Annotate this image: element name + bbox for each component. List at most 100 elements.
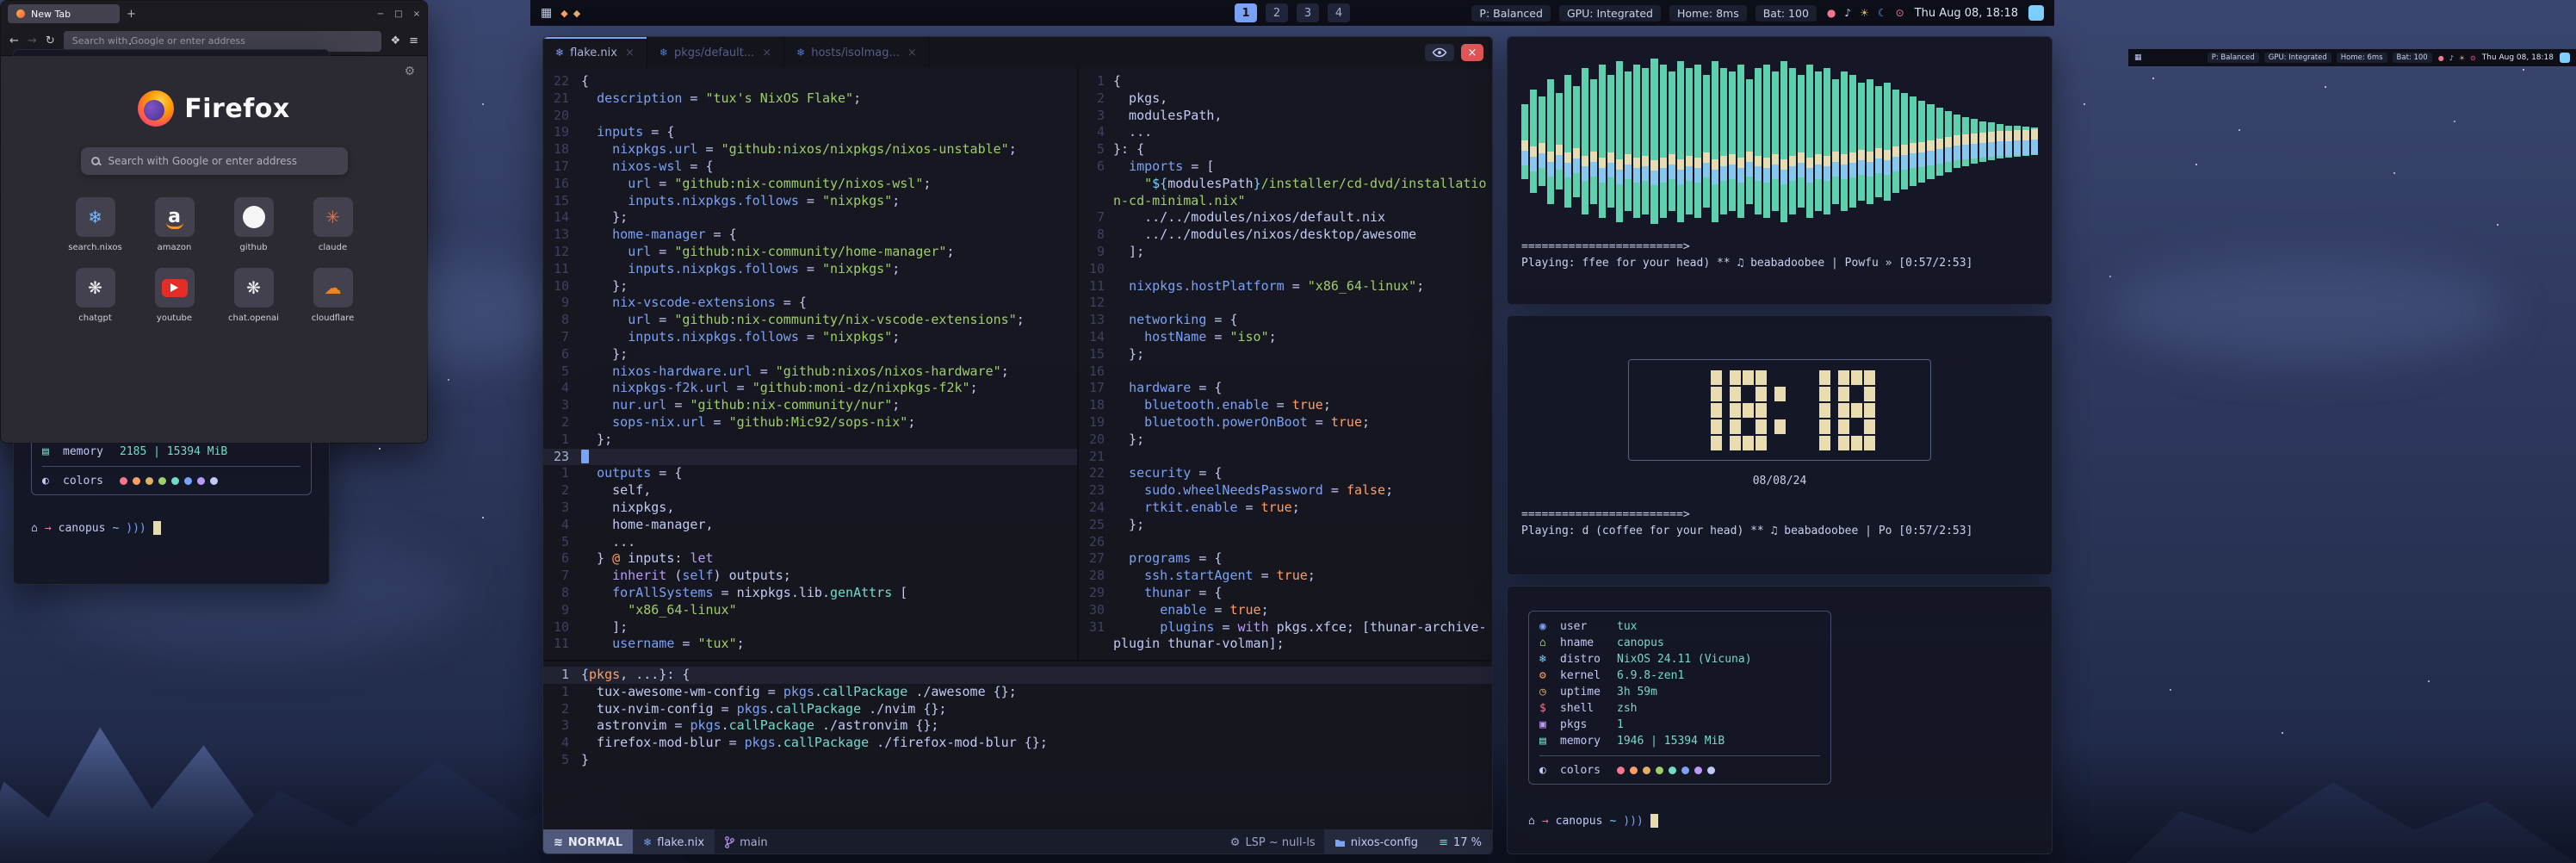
shortcut-youtube[interactable]: youtube [141,268,208,323]
viz-seg-low [1625,165,1632,179]
night-light-icon[interactable]: ☾ [1878,7,1887,19]
close-window-button[interactable]: × [1461,44,1483,61]
forward-icon[interactable]: → [28,34,37,47]
code-token: true [1229,602,1260,618]
pkgs-default-pane[interactable]: 1{pkgs, ...}: {1 tux-awesome-wm-config =… [543,661,1492,829]
code-token: astronvim = [581,717,690,733]
new-tab-button[interactable]: + [127,8,136,21]
viz-seg-bottom [1686,181,1693,214]
shortcut-claude[interactable]: ✳claude [300,197,367,252]
power-icon[interactable]: ⊙ [2470,54,2476,62]
toggle-visibility-button[interactable] [1425,44,1454,61]
viz-seg-low [1556,155,1563,170]
viz-seg-low [2031,140,2038,154]
tray-icon[interactable] [2028,5,2044,21]
tray-icon[interactable] [2560,53,2570,63]
shortcut-chatgpt[interactable]: ❋chatgpt [62,268,129,323]
prompt-symbol: ))) [126,522,146,535]
close-button[interactable]: × [413,9,420,19]
shortcut-amazon[interactable]: aamazon [141,197,208,252]
viz-seg-mid [1832,152,1839,162]
editor-tab[interactable]: ❄hosts/isoImag...× [784,37,930,68]
code-text: n-cd-minimal.nix" [1113,193,1246,210]
brightness-icon[interactable]: ☀ [2459,54,2465,62]
reload-icon[interactable]: ↻ [46,34,55,47]
iso-image-pane[interactable]: 1{2 pkgs,3 modulesPath,4 ...5}: {6 impor… [1079,68,1492,660]
code-token: "github:nixos/nixpkgs/nixos-unstable" [721,141,1009,157]
line-number: 18 [1079,397,1113,414]
viz-seg-top [1772,71,1779,154]
viz-column [1988,122,1995,160]
viz-seg-mid [1849,152,1856,163]
tab-close-icon[interactable]: × [625,47,635,59]
code-text: ../../modules/nixos/desktop/awesome [1113,227,1416,244]
shortcut-chat.openai[interactable]: ❋chat.openai [220,268,288,323]
code-token: = [706,414,729,430]
viz-seg-low [1616,170,1623,184]
shortcut-cloudflare[interactable]: ☁cloudflare [300,268,367,323]
code-line: 8 forAllSystems = nixpkgs.lib.genAttrs [ [543,585,1077,602]
viz-column [1650,59,1657,224]
code-line: 13 networking = { [1079,312,1492,329]
code-token: ./astronvim {}; [814,717,939,733]
firefox-tab-newtab[interactable]: New Tab [8,4,120,23]
viz-seg-mid [1927,140,1934,151]
newtab-search-bar[interactable]: Search with Google or enter address [81,147,348,175]
volume-icon[interactable]: ♪ [2449,54,2454,62]
digit-cell [1711,419,1722,434]
code-token [1113,585,1144,600]
shortcut-search.nixos[interactable]: ❄search.nixos [62,197,129,252]
extensions-icon[interactable]: ❖ [390,34,400,47]
power-icon[interactable]: ⊙ [1896,7,1904,19]
digit-cell [1730,370,1741,385]
code-token: url [628,312,651,327]
workspace-button-1[interactable]: 1 [1235,3,1257,22]
brightness-icon[interactable]: ☀ [1860,7,1869,19]
viz-seg-bottom [1539,168,1545,186]
minimize-button[interactable]: − [377,9,384,19]
volume-icon[interactable]: ♪ [1844,7,1851,19]
code-line: 24 rtkit.enable = true; [1079,500,1492,517]
line-number: 4 [543,735,581,752]
code-token: ./awesome {}; [907,684,1016,699]
viz-seg-mid [1633,158,1640,168]
line-number: 5 [543,752,581,769]
workspace-button-3[interactable]: 3 [1297,3,1319,22]
menu-icon[interactable]: ≡ [409,34,418,47]
code-text: nix-vscode-extensions = { [581,295,807,312]
digit-cell [1756,370,1767,385]
viz-seg-top [1954,115,1960,135]
tag-flame-icon[interactable]: ◆ [560,8,567,19]
code-line: 4 home-manager, [543,517,1077,534]
shortcut-github[interactable]: github [220,197,288,252]
maximize-button[interactable]: □ [394,9,402,19]
shell-prompt[interactable]: ⌂→canopus~))) [1528,814,2052,828]
prompt-hostname: canopus [59,522,106,535]
record-icon[interactable]: ● [2438,54,2444,62]
viz-column [1530,90,1537,193]
code-token [1113,278,1129,294]
flake-nix-pane[interactable]: 22{21 description = "tux's NixOS Flake";… [543,68,1077,660]
line-number: 8 [543,585,581,602]
editor-tab[interactable]: ❄pkgs/default...× [647,37,784,68]
viz-seg-top [1892,90,1899,146]
viz-seg-low [1910,153,1917,168]
fetch-value: 3h 59m [1617,686,1657,698]
workspace-button-2[interactable]: 2 [1266,3,1288,22]
line-number: 2 [543,701,581,718]
shell-prompt[interactable]: ⌂→canopus~))) [31,521,312,535]
back-icon[interactable]: ← [9,34,19,47]
code-token [581,193,628,208]
tab-close-icon[interactable]: × [762,47,771,59]
record-icon[interactable]: ● [1827,7,1836,19]
code-line: 18 bluetooth.enable = true; [1079,397,1492,414]
editor-tab[interactable]: ❄flake.nix× [543,37,647,68]
tab-close-icon[interactable]: × [907,47,917,59]
code-line: 5} [543,752,1492,769]
menu-icon[interactable]: ▦ [2134,53,2142,62]
address-bar[interactable]: Search with Google or enter address [64,31,382,52]
workspace-button-4[interactable]: 4 [1328,3,1350,22]
personalize-gear-icon[interactable]: ⚙ [404,65,415,78]
tag-bolt-icon[interactable]: ◆ [573,8,580,19]
menu-icon[interactable]: ▦ [541,6,552,20]
